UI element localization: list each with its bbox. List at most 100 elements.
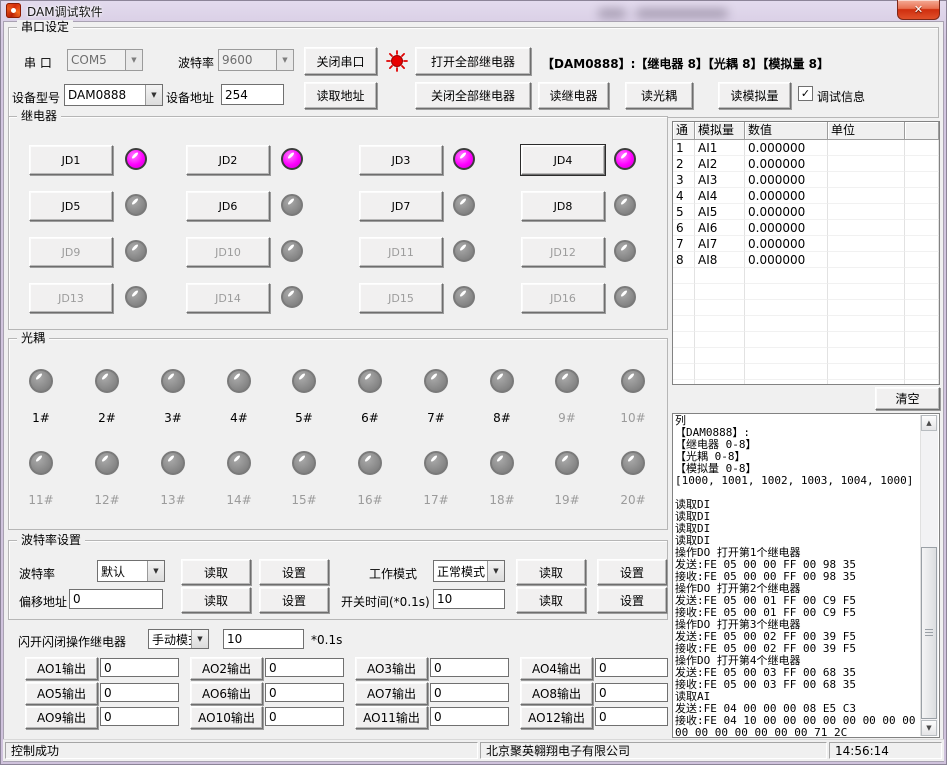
analog-output-input-1[interactable] [100,658,179,677]
table-cell [905,364,939,380]
table-row-empty [673,268,939,284]
offset-address-input[interactable] [69,589,163,609]
analog-table-header-cell: 模拟量 [695,122,745,140]
device-address-input[interactable] [221,84,284,105]
relay-button-JD14[interactable]: JD14 [186,283,270,313]
log-scrollbar[interactable]: ▲ ▼ [920,415,938,736]
relay-button-JD6[interactable]: JD6 [186,191,270,221]
relay-button-JD8[interactable]: JD8 [521,191,605,221]
analog-output-input-3[interactable] [430,658,509,677]
table-row[interactable]: 7AI70.000000 [673,236,939,252]
flash-time-input[interactable] [223,629,304,649]
work-mode-set-button[interactable]: 设置 [597,559,667,585]
close-serial-port-button[interactable]: 关闭串口 [304,47,377,75]
relay-button-JD15[interactable]: JD15 [359,283,443,313]
relay-button-JD7[interactable]: JD7 [359,191,443,221]
table-cell: AI2 [695,156,745,172]
baud-combo[interactable]: 默认 ▼ [97,560,165,582]
analog-output-button-12[interactable]: AO12输出 [520,706,593,729]
debug-info-checkbox[interactable]: ✓ [798,86,813,101]
relay-button-JD2[interactable]: JD2 [186,145,270,175]
analog-output-input-9[interactable] [100,707,179,726]
analog-output-button-6[interactable]: AO6输出 [190,682,263,705]
relay-button-JD5[interactable]: JD5 [29,191,113,221]
analog-output-button-10[interactable]: AO10输出 [190,706,263,729]
relay-button-JD16[interactable]: JD16 [521,283,605,313]
scroll-up-icon[interactable]: ▲ [921,415,937,431]
switch-time-label: 开关时间(*0.1s) [341,593,430,610]
table-row[interactable]: 6AI60.000000 [673,220,939,236]
table-cell [745,316,828,332]
switch-time-read-button[interactable]: 读取 [516,587,586,613]
baud-read-button[interactable]: 读取 [181,559,251,585]
table-cell: AI4 [695,188,745,204]
read-analog-button[interactable]: 读模拟量 [718,82,791,109]
scroll-down-icon[interactable]: ▼ [921,720,937,736]
table-cell [673,268,695,284]
relay-button-JD13[interactable]: JD13 [29,283,113,313]
window-title: DAM调试软件 [27,3,103,20]
close-button[interactable]: ✕ [897,0,940,20]
table-row[interactable]: 8AI80.000000 [673,252,939,268]
relay-button-JD4[interactable]: JD4 [521,145,605,175]
table-row[interactable]: 1AI10.000000 [673,140,939,156]
opto-led-4-icon [227,369,251,393]
open-all-relays-button[interactable]: 打开全部继电器 [415,47,531,75]
analog-output-input-7[interactable] [430,683,509,702]
analog-output-input-8[interactable] [595,683,668,702]
scrollbar-thumb[interactable] [921,547,937,719]
analog-output-button-2[interactable]: AO2输出 [190,657,263,680]
relay-button-JD10[interactable]: JD10 [186,237,270,267]
analog-output-button-11[interactable]: AO11输出 [355,706,428,729]
offset-read-button[interactable]: 读取 [181,587,251,613]
relay-button-JD11[interactable]: JD11 [359,237,443,267]
analog-output-button-9[interactable]: AO9输出 [25,706,98,729]
log-panel[interactable]: 列【DAM0888】: 【继电器 0-8】 【光耦 0-8】 【模拟量 0-8】… [672,413,940,738]
analog-output-button-7[interactable]: AO7输出 [355,682,428,705]
close-all-relays-button[interactable]: 关闭全部继电器 [415,82,531,109]
opto-label-14: 14# [221,493,257,507]
switch-time-input[interactable] [433,589,505,609]
table-row[interactable]: 3AI30.000000 [673,172,939,188]
relay-button-JD12[interactable]: JD12 [521,237,605,267]
work-mode-read-button[interactable]: 读取 [516,559,586,585]
table-row[interactable]: 4AI40.000000 [673,188,939,204]
serial-port-combo[interactable]: COM5 ▼ [67,49,143,71]
relay-button-JD1[interactable]: JD1 [29,145,113,175]
log-line: [1000, 1001, 1002, 1003, 1004, 1000] [675,475,920,487]
analog-output-input-11[interactable] [430,707,509,726]
table-cell: AI3 [695,172,745,188]
read-relays-button[interactable]: 读继电器 [538,82,609,109]
table-cell [905,172,939,188]
table-row[interactable]: 5AI50.000000 [673,204,939,220]
clear-log-button[interactable]: 清空 [875,387,940,410]
analog-output-button-5[interactable]: AO5输出 [25,682,98,705]
analog-output-button-4[interactable]: AO4输出 [520,657,593,680]
switch-time-set-button[interactable]: 设置 [597,587,667,613]
analog-output-input-10[interactable] [265,707,344,726]
read-address-button[interactable]: 读取地址 [304,82,377,109]
device-model-combo[interactable]: DAM0888 ▼ [64,84,163,106]
analog-output-input-4[interactable] [595,658,668,677]
table-cell [905,380,939,385]
work-mode-combo[interactable]: 正常模式 ▼ [433,560,505,582]
flash-mode-combo[interactable]: 手动模式 ▼ [148,629,209,649]
work-mode-label: 工作模式 [369,565,417,582]
relay-button-JD9[interactable]: JD9 [29,237,113,267]
analog-output-input-2[interactable] [265,658,344,677]
read-opto-button[interactable]: 读光耦 [625,82,693,109]
offset-set-button[interactable]: 设置 [259,587,329,613]
analog-output-input-12[interactable] [595,707,668,726]
analog-output-button-3[interactable]: AO3输出 [355,657,428,680]
analog-output-input-5[interactable] [100,683,179,702]
table-cell [695,284,745,300]
baud-set-button[interactable]: 设置 [259,559,329,585]
table-row[interactable]: 2AI20.000000 [673,156,939,172]
baudrate-value: 9600 [219,53,276,67]
analog-output-button-1[interactable]: AO1输出 [25,657,98,680]
relay-button-JD3[interactable]: JD3 [359,145,443,175]
log-line: 读取DI [675,511,920,523]
analog-output-button-8[interactable]: AO8输出 [520,682,593,705]
analog-output-input-6[interactable] [265,683,344,702]
baudrate-combo[interactable]: 9600 ▼ [218,49,294,71]
